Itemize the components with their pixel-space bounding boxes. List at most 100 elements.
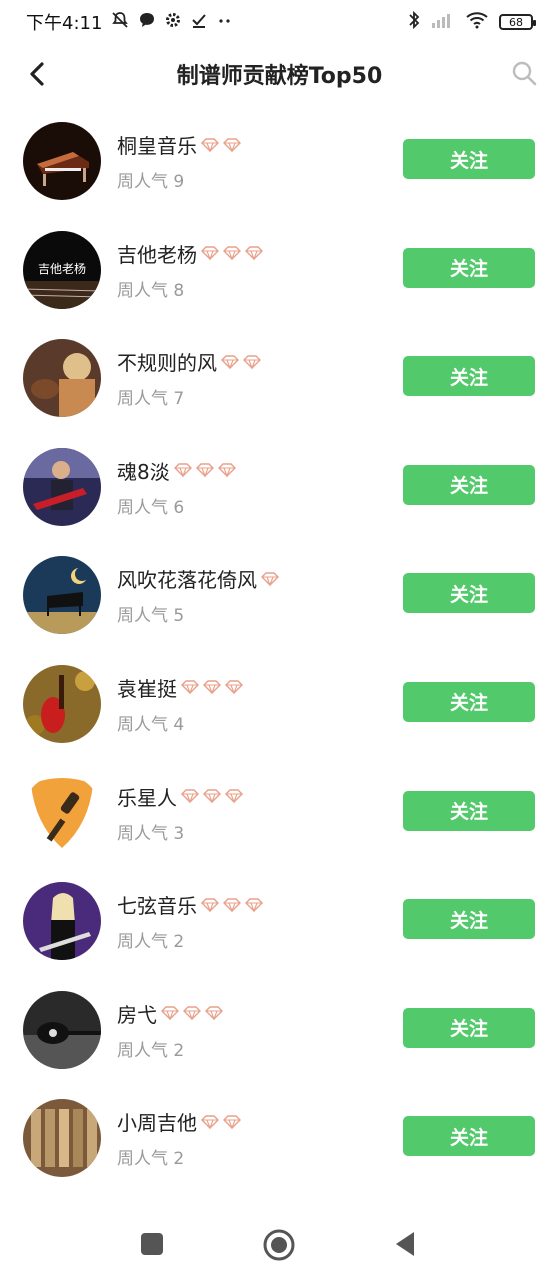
creator-name[interactable]: 袁崔挺	[117, 673, 177, 702]
diamond-badge-icon	[221, 354, 239, 370]
diamond-badge-icon	[183, 1006, 201, 1021]
creator-name[interactable]: 不规则的风	[117, 347, 217, 376]
avatar[interactable]	[23, 990, 101, 1069]
diamond-badge-icon	[201, 897, 219, 913]
follow-button[interactable]: 关注	[403, 1007, 535, 1048]
creator-row[interactable]: 吉他老杨 吉他老杨 周人气 8 关注	[0, 215, 559, 324]
avatar[interactable]	[23, 664, 101, 743]
follow-button[interactable]: 关注	[403, 464, 535, 505]
follow-button[interactable]: 关注	[403, 139, 535, 179]
badge-group	[173, 462, 237, 478]
back-button[interactable]	[22, 57, 56, 91]
avatar[interactable]	[23, 556, 101, 635]
creator-name[interactable]: 风吹花落花倚风	[117, 564, 257, 593]
creator-row[interactable]: 不规则的风 周人气 7 关注	[0, 323, 559, 432]
diamond-badge-icon	[195, 463, 214, 478]
diamond-badge-icon	[201, 1115, 219, 1130]
weekly-popularity: 周人气 2	[117, 932, 185, 953]
wifi-icon	[465, 11, 489, 33]
status-right: 68	[407, 10, 536, 34]
badge-group	[200, 1114, 242, 1130]
creator-name[interactable]: 小周吉他	[117, 1107, 197, 1136]
name-line: 七弦音乐	[117, 890, 264, 919]
creator-name[interactable]: 七弦音乐	[117, 890, 197, 919]
name-line: 魂8淡	[117, 456, 237, 485]
name-line: 桐皇音乐	[117, 130, 242, 159]
diamond-badge-icon	[223, 897, 241, 913]
creator-row[interactable]: 七弦音乐周人气 2 关注	[0, 866, 559, 975]
more-dots-icon	[216, 11, 234, 33]
name-line: 风吹花落花倚风	[117, 564, 280, 593]
diamond-badge-icon	[223, 137, 241, 153]
creator-name[interactable]: 吉他老杨	[117, 239, 197, 268]
creator-name[interactable]: 房弋	[117, 999, 157, 1028]
creator-name[interactable]: 乐星人	[117, 782, 177, 811]
name-line: 乐星人	[117, 782, 244, 811]
follow-button[interactable]: 关注	[403, 1116, 535, 1157]
follow-button[interactable]: 关注	[403, 356, 535, 397]
follow-button[interactable]: 关注	[403, 899, 535, 940]
avatar[interactable]	[23, 773, 101, 852]
battery-level: 68	[509, 15, 523, 29]
avatar[interactable]	[23, 339, 101, 418]
diamond-badge-icon	[223, 1115, 241, 1130]
search-icon	[512, 61, 537, 86]
header: 制谱师贡献榜Top50	[0, 44, 559, 104]
badge-group	[200, 137, 242, 153]
weekly-popularity: 周人气 3	[117, 823, 185, 844]
diamond-badge-icon	[161, 1006, 179, 1021]
diamond-badge-icon	[181, 789, 199, 804]
badge-group	[180, 788, 244, 804]
badge-group	[160, 1005, 224, 1021]
page-title: 制谱师贡献榜Top50	[176, 64, 383, 89]
avatar[interactable]: 吉他老杨	[23, 230, 101, 309]
follow-button[interactable]: 关注	[403, 790, 535, 831]
creator-row[interactable]: 房弋周人气 2 关注	[0, 975, 559, 1084]
diamond-badge-icon	[245, 897, 263, 913]
creator-row[interactable]: 小周吉他周人气 2 关注	[0, 1083, 559, 1192]
creator-name[interactable]: 魂8淡	[117, 456, 170, 485]
bluetooth-icon	[407, 10, 421, 34]
search-button[interactable]	[509, 58, 539, 88]
weekly-popularity: 周人气 2	[117, 1149, 185, 1170]
diamond-badge-icon	[261, 572, 279, 587]
follow-button[interactable]: 关注	[403, 681, 535, 722]
home-icon[interactable]	[262, 1228, 295, 1261]
creator-name[interactable]: 桐皇音乐	[117, 130, 197, 159]
diamond-badge-icon	[245, 246, 263, 261]
gear-icon	[164, 11, 182, 33]
diamond-badge-icon	[181, 680, 199, 696]
avatar[interactable]	[23, 882, 101, 961]
diamond-badge-icon	[205, 1006, 223, 1021]
follow-button[interactable]: 关注	[403, 247, 535, 288]
recent-apps-icon[interactable]	[136, 1228, 168, 1260]
weekly-popularity: 周人气 2	[117, 1040, 185, 1061]
status-bar: 下午4:11 68	[0, 0, 559, 44]
avatar[interactable]	[23, 1099, 101, 1178]
back-arrow-icon	[30, 62, 44, 86]
diamond-badge-icon	[173, 463, 192, 478]
svg-text:吉他老杨: 吉他老杨	[38, 261, 86, 276]
creator-row[interactable]: 魂8淡周人气 6 关注	[0, 432, 559, 541]
diamond-badge-icon	[243, 354, 261, 370]
system-nav-bar	[0, 1208, 559, 1280]
badge-group	[220, 354, 262, 370]
creator-row[interactable]: 桐皇音乐 周人气 9 关注	[0, 106, 559, 215]
weekly-popularity: 周人气 6	[117, 497, 185, 518]
badge-group	[200, 897, 264, 913]
follow-button[interactable]: 关注	[403, 573, 535, 614]
diamond-badge-icon	[225, 789, 243, 804]
diamond-badge-icon	[201, 246, 219, 261]
diamond-badge-icon	[203, 789, 221, 804]
avatar[interactable]	[23, 122, 101, 200]
diamond-badge-icon	[225, 680, 243, 696]
creator-row[interactable]: 袁崔挺 周人气 4 关注	[0, 649, 559, 758]
name-line: 不规则的风	[117, 347, 262, 376]
creator-row[interactable]: 乐星人周人气 3 关注	[0, 758, 559, 867]
creator-row[interactable]: 风吹花落花倚风周人气 5 关注	[0, 540, 559, 649]
avatar[interactable]	[23, 447, 101, 526]
badge-group	[260, 571, 280, 587]
weekly-popularity: 周人气 5	[117, 606, 185, 627]
status-left: 下午4:11	[26, 9, 234, 35]
back-icon[interactable]	[390, 1228, 422, 1260]
